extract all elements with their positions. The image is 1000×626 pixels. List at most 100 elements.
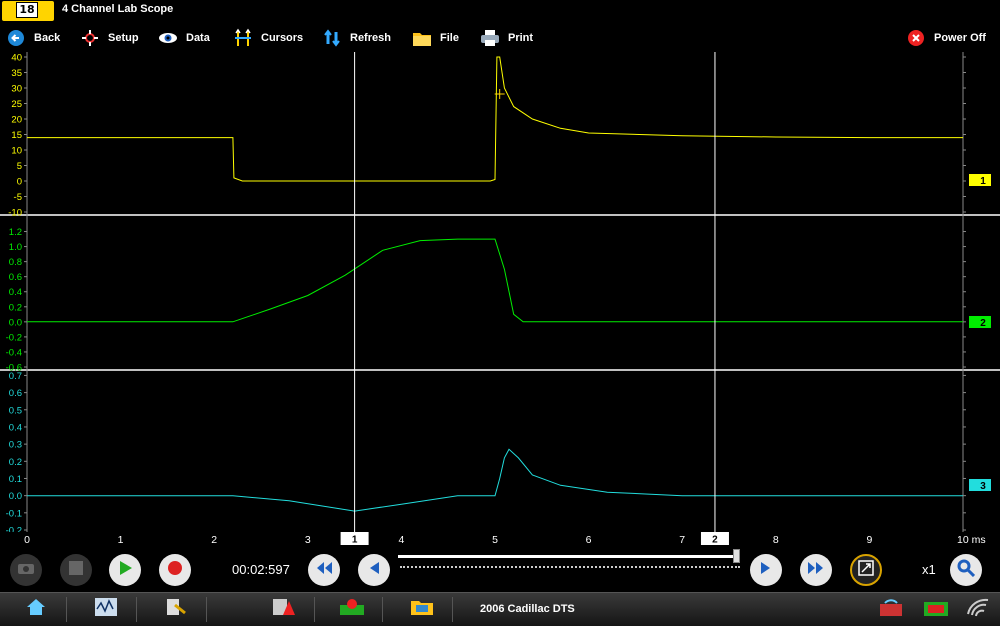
y-tick-label: -10 — [8, 208, 22, 219]
rewind-icon — [315, 561, 333, 580]
file-button[interactable]: File — [412, 24, 459, 52]
scope-display: 40 35 30 25 20 15 10 5 0 -5 -10 1 1.2 1.0 0.8 0.6 0.4 0.2… — [0, 52, 1000, 532]
cursor-marker-label: 2 — [712, 535, 718, 546]
toolbar: Back Setup Data Cursors Refresh File Pri… — [0, 24, 1000, 52]
slider-knob[interactable] — [733, 549, 740, 563]
y-tick-label: 40 — [11, 53, 22, 64]
back-button[interactable]: Back — [6, 24, 60, 52]
data-button[interactable]: Data — [158, 24, 210, 52]
y-tick-label: 0 — [17, 177, 22, 188]
x-tick-label: 0 — [24, 534, 30, 546]
taskbar-battery[interactable] — [916, 597, 956, 622]
slider-buffer-indicator — [400, 566, 740, 568]
y-tick-label: 0.2 — [9, 457, 22, 468]
tools-icon — [338, 597, 366, 622]
wireless-device-icon — [878, 596, 904, 623]
zoom-level: x1 — [922, 562, 936, 577]
step-back-icon — [367, 561, 381, 580]
y-tick-label: 0.0 — [9, 491, 22, 502]
y-tick-label: 0.2 — [9, 302, 22, 313]
printer-icon — [480, 28, 500, 48]
power-off-button[interactable]: Power Off — [906, 24, 986, 52]
y-tick-label: 5 — [17, 161, 22, 172]
playback-timestamp: 00:02:597 — [232, 562, 290, 577]
x-tick-label: 8 — [773, 534, 779, 546]
x-tick-label: 2 — [211, 534, 217, 546]
data-label: Data — [186, 32, 210, 44]
x-tick-label: 10 ms — [957, 534, 986, 546]
y-tick-label: 35 — [11, 68, 22, 79]
y-tick-label: -0.1 — [6, 508, 22, 519]
app-logo-icon: 18 — [2, 1, 54, 21]
y-tick-label: 0.3 — [9, 440, 22, 451]
back-label: Back — [34, 32, 61, 44]
record-button[interactable] — [159, 554, 191, 586]
stop-button[interactable] — [60, 554, 92, 586]
rewind-button[interactable] — [308, 554, 340, 586]
data-folder-icon — [410, 597, 434, 622]
channel-badge-label: 1 — [980, 176, 986, 187]
y-tick-label: 0.5 — [9, 405, 22, 416]
taskbar: 2006 Cadillac DTS — [0, 592, 1000, 626]
play-button[interactable] — [109, 554, 141, 586]
battery-icon — [922, 596, 950, 623]
setup-wrench-icon — [80, 28, 100, 48]
y-tick-label: 0.4 — [9, 422, 22, 433]
x-tick-label: 6 — [586, 534, 592, 546]
back-arrow-icon — [6, 28, 26, 48]
cursor-marker-label: 1 — [352, 535, 358, 546]
refresh-button[interactable]: Refresh — [322, 24, 391, 52]
slider-track[interactable] — [398, 555, 740, 558]
app-title: 4 Channel Lab Scope — [62, 3, 174, 15]
zoom-button[interactable] — [950, 554, 982, 586]
magnifier-icon — [957, 559, 976, 582]
zoom-fit-button[interactable] — [850, 554, 882, 586]
y-tick-label: 15 — [11, 130, 22, 141]
step-forward-icon — [759, 561, 773, 580]
step-forward-button[interactable] — [750, 554, 782, 586]
data-eye-icon — [158, 28, 178, 48]
y-tick-label: 0.4 — [9, 287, 22, 298]
refresh-icon — [322, 28, 342, 48]
cursors-icon — [233, 28, 253, 48]
home-icon — [25, 597, 47, 622]
taskbar-data[interactable] — [392, 597, 453, 622]
cursors-button[interactable]: Cursors — [233, 24, 303, 52]
x-tick-label: 3 — [305, 534, 311, 546]
step-back-button[interactable] — [358, 554, 390, 586]
scope-plot: 40 35 30 25 20 15 10 5 0 -5 -10 1 1.2 1.0 0.8 0.6 0.4 0.2… — [0, 52, 1000, 532]
vehicle-name: 2006 Cadillac DTS — [480, 603, 575, 615]
y-tick-label: 1.0 — [9, 242, 22, 253]
taskbar-scanner[interactable] — [146, 597, 207, 622]
stop-icon — [69, 560, 83, 580]
file-label: File — [440, 32, 459, 44]
taskbar-home[interactable] — [6, 597, 67, 622]
trace-channel-1 — [27, 56, 963, 182]
y-tick-label: -5 — [14, 192, 22, 203]
y-tick-label: 20 — [11, 115, 22, 126]
scanner-icon — [165, 597, 187, 622]
y-tick-label: 0.6 — [9, 388, 22, 399]
taskbar-scope[interactable] — [76, 597, 137, 622]
taskbar-alerts[interactable] — [254, 597, 315, 622]
y-tick-label: 0.1 — [9, 474, 22, 485]
y-tick-label: 0.8 — [9, 257, 22, 268]
setup-label: Setup — [108, 32, 139, 44]
power-off-icon — [906, 28, 926, 48]
fast-forward-button[interactable] — [800, 554, 832, 586]
y-tick-label: 1.2 — [9, 227, 22, 238]
camera-button[interactable] — [10, 554, 42, 586]
taskbar-wifi[interactable] — [960, 597, 996, 622]
x-tick-label: 4 — [398, 534, 404, 546]
trace-channel-3 — [27, 448, 963, 512]
taskbar-tools[interactable] — [322, 597, 383, 622]
fast-forward-icon — [807, 561, 825, 580]
scope-icon — [94, 597, 118, 622]
folder-icon — [412, 28, 432, 48]
taskbar-connection[interactable] — [866, 597, 916, 622]
channel-badge-label: 3 — [980, 481, 986, 492]
title-bar: 18 4 Channel Lab Scope — [0, 0, 1000, 22]
y-tick-label: -0.2 — [6, 332, 22, 343]
print-button[interactable]: Print — [480, 24, 533, 52]
setup-button[interactable]: Setup — [80, 24, 139, 52]
